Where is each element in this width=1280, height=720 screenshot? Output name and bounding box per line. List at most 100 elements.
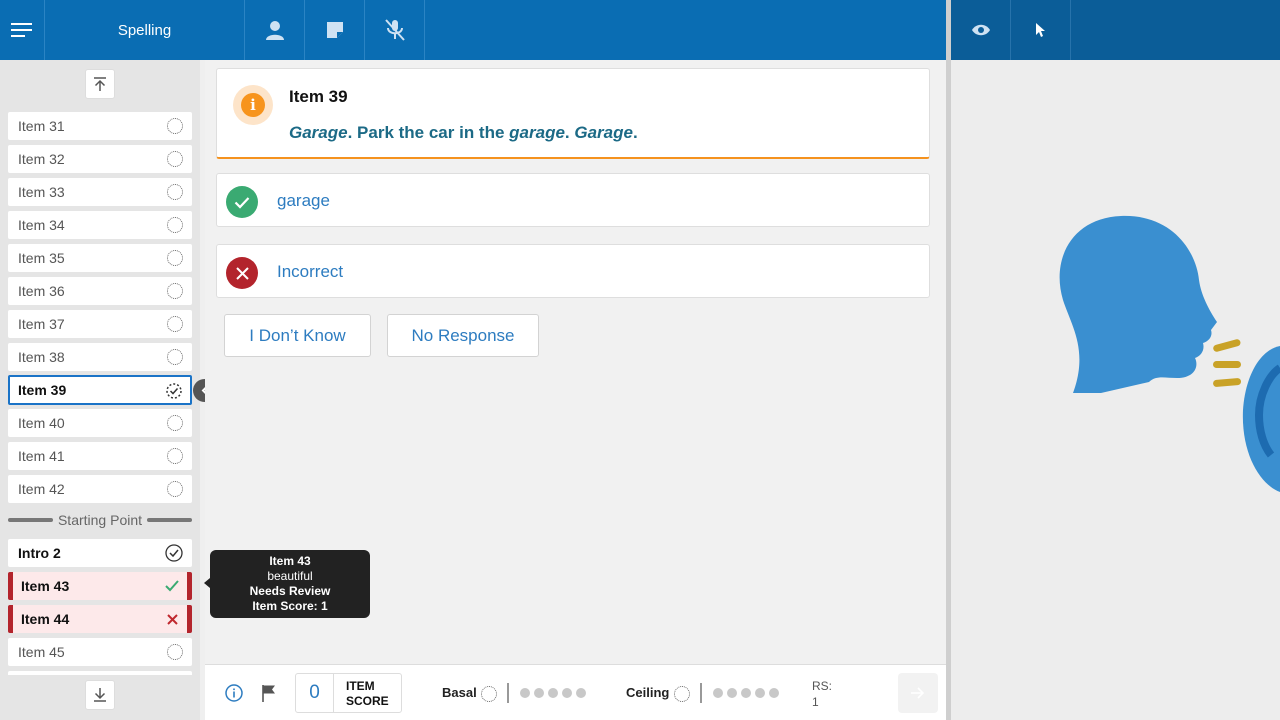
prompt-word: Garage	[289, 123, 348, 142]
basal-dots	[520, 688, 586, 698]
item-title: Item 39	[289, 87, 348, 106]
info-icon: i	[241, 93, 265, 117]
sidebar-item-41[interactable]: Item 41	[8, 442, 192, 470]
ceiling-dot	[741, 688, 751, 698]
item-label: Item 43	[21, 578, 70, 594]
stimulus-toolbar	[951, 0, 1280, 60]
prompt-separator: .	[564, 123, 575, 142]
scroll-top-button[interactable]	[85, 69, 115, 99]
basal-separator	[507, 683, 509, 703]
item-prompt: Garage. Park the car in the garage. Gara…	[289, 123, 638, 143]
incorrect-response-label: Incorrect	[277, 262, 344, 281]
correct-response-option[interactable]: garage	[216, 173, 930, 227]
completed-check-icon	[165, 544, 183, 562]
item-label: Item 31	[18, 118, 65, 134]
info-button[interactable]	[223, 682, 245, 704]
view-button[interactable]	[951, 0, 1011, 60]
dont-know-button[interactable]: I Don’t Know	[224, 314, 371, 357]
basal-dot	[520, 688, 530, 698]
sidebar-item-31[interactable]: Item 31	[8, 112, 192, 140]
microphone-off-icon	[384, 19, 405, 41]
raw-score-label: RS:	[812, 679, 833, 693]
arrow-down-to-bottom-icon	[94, 688, 106, 702]
basal-dot	[576, 688, 586, 698]
menu-button[interactable]	[0, 0, 45, 60]
cursor-icon	[1035, 23, 1045, 37]
in-progress-check-icon	[166, 383, 182, 399]
sidebar-item-38[interactable]: Item 38	[8, 343, 192, 371]
pending-status-icon	[167, 250, 183, 266]
ceiling-dot	[769, 688, 779, 698]
scroll-bottom-button[interactable]	[85, 680, 115, 710]
pending-status-icon	[167, 349, 183, 365]
item-label: Item 32	[18, 151, 65, 167]
ceiling-separator	[700, 683, 702, 703]
sidebar-item-33[interactable]: Item 33	[8, 178, 192, 206]
incorrect-response-option[interactable]: Incorrect	[216, 244, 930, 298]
tooltip-score: Item Score: 1	[252, 599, 328, 613]
sidebar-item-intro-2[interactable]: Intro 2	[8, 539, 192, 567]
person-icon	[265, 21, 284, 40]
incorrect-icon	[226, 257, 258, 289]
hamburger-icon	[11, 23, 32, 37]
tooltip-word: beautiful	[267, 569, 313, 583]
item-score-label-line2: SCORE	[346, 694, 389, 708]
flag-button[interactable]	[258, 682, 280, 704]
pending-status-icon	[167, 644, 183, 660]
basal-dot	[548, 688, 558, 698]
sidebar-item-37[interactable]: Item 37	[8, 310, 192, 338]
divider-line	[147, 518, 192, 522]
item-label: Item 38	[18, 349, 65, 365]
divider-line	[8, 518, 53, 522]
sidebar-item-40[interactable]: Item 40	[8, 409, 192, 437]
item-score-box: 0 ITEM SCORE	[295, 673, 402, 713]
pending-status-icon	[167, 316, 183, 332]
item-score-label: ITEM SCORE	[334, 674, 401, 712]
sidebar-item-34[interactable]: Item 34	[8, 211, 192, 239]
pending-status-icon	[167, 151, 183, 167]
sidebar-item-36[interactable]: Item 36	[8, 277, 192, 305]
pending-status-icon	[167, 283, 183, 299]
ceiling-dot	[755, 688, 765, 698]
starting-point-label: Starting Point	[57, 512, 143, 528]
stimulus-panel	[951, 60, 1280, 720]
incorrect-x-icon	[167, 614, 178, 625]
arrow-up-to-top-icon	[94, 77, 106, 91]
test-title: Spelling	[45, 0, 245, 60]
basal-status-icon	[481, 686, 497, 702]
sidebar-item-43[interactable]: Item 43	[8, 572, 192, 600]
item-label: Item 33	[18, 184, 65, 200]
ceiling-dots	[713, 688, 779, 698]
notes-button[interactable]	[305, 0, 365, 60]
arrow-right-icon	[911, 687, 925, 699]
prompt-word-repeat: Garage	[574, 123, 633, 142]
item-score-value: 0	[296, 674, 334, 712]
sidebar-item-35[interactable]: Item 35	[8, 244, 192, 272]
item-label: Item 40	[18, 415, 65, 431]
item-label: Item 37	[18, 316, 65, 332]
sidebar-item-39[interactable]: Item 39	[8, 375, 192, 405]
ceiling-dot	[713, 688, 723, 698]
sidebar-item-32[interactable]: Item 32	[8, 145, 192, 173]
pending-status-icon	[167, 481, 183, 497]
item-label: Item 39	[18, 382, 67, 398]
item-label: Item 41	[18, 448, 65, 464]
no-response-button[interactable]: No Response	[387, 314, 539, 357]
next-button[interactable]	[898, 673, 938, 713]
speaking-head-illustration	[1059, 215, 1280, 492]
pointer-button[interactable]	[1011, 0, 1071, 60]
ceiling-status-icon	[674, 686, 690, 702]
mic-off-button[interactable]	[365, 0, 425, 60]
eye-icon	[971, 24, 990, 36]
pending-status-icon	[167, 118, 183, 134]
examinee-button[interactable]	[245, 0, 305, 60]
correct-icon	[226, 186, 258, 218]
top-bar: Spelling	[0, 0, 946, 60]
ceiling-dot	[727, 688, 737, 698]
item-label: Item 36	[18, 283, 65, 299]
sidebar-item-44[interactable]: Item 44	[8, 605, 192, 633]
item-score-label-line1: ITEM	[346, 679, 375, 693]
sidebar-item-45[interactable]: Item 45	[8, 638, 192, 666]
sidebar-item-42[interactable]: Item 42	[8, 475, 192, 503]
item-label: Item 45	[18, 644, 65, 660]
